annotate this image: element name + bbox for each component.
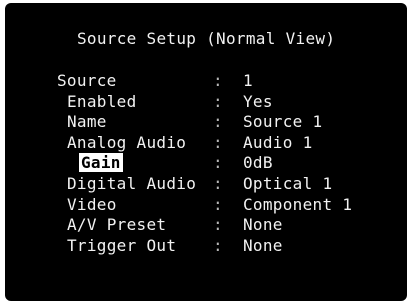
menu-row-source[interactable]: Source : 1 xyxy=(57,71,387,92)
menu-row-value: 0dB xyxy=(243,153,273,173)
menu-row-separator: : xyxy=(213,112,223,132)
screen-title: Source Setup (Normal View) xyxy=(77,29,336,48)
menu-row-value: 1 xyxy=(243,71,253,90)
menu-row-separator: : xyxy=(213,71,223,90)
menu-row-separator: : xyxy=(213,132,223,152)
menu-row-label: Gain xyxy=(57,153,211,174)
menu-row-analog-audio[interactable]: Analog Audio : Audio 1 xyxy=(57,133,387,154)
menu-row-gain[interactable]: Gain : 0dB xyxy=(57,153,387,174)
menu-row-name[interactable]: Name : Source 1 xyxy=(57,112,387,133)
menu-row-trigger-out[interactable]: Trigger Out : None xyxy=(57,236,387,257)
menu-row-av-preset[interactable]: A/V Preset : None xyxy=(57,215,387,236)
menu-row-value: Optical 1 xyxy=(243,173,333,193)
menu-row-value: None xyxy=(243,215,283,235)
menu-row-separator: : xyxy=(213,215,223,235)
menu-row-label: Source xyxy=(57,71,117,90)
menu-row-label: A/V Preset xyxy=(67,215,167,235)
menu-row-value: Yes xyxy=(243,91,273,111)
menu-row-label: Enabled xyxy=(67,91,137,111)
menu-row-video[interactable]: Video : Component 1 xyxy=(57,195,387,216)
menu-row-label: Analog Audio xyxy=(67,132,187,152)
menu-row-label: Trigger Out xyxy=(67,235,177,255)
menu-row-separator: : xyxy=(213,173,223,193)
menu-row-separator: : xyxy=(213,235,223,255)
selection-highlight: Gain xyxy=(79,153,123,173)
menu-row-label: Digital Audio xyxy=(67,173,197,193)
menu-row-enabled[interactable]: Enabled : Yes xyxy=(57,92,387,113)
osd-screen: Source Setup (Normal View) Source : 1 En… xyxy=(5,3,407,301)
menu-row-digital-audio[interactable]: Digital Audio : Optical 1 xyxy=(57,174,387,195)
menu-row-value: Source 1 xyxy=(243,112,323,132)
menu-row-value: Component 1 xyxy=(243,194,353,214)
menu-row-value: Audio 1 xyxy=(243,132,313,152)
source-setup-menu: Source : 1 Enabled : Yes Name : Source 1… xyxy=(57,71,387,256)
menu-row-value: None xyxy=(243,235,283,255)
menu-row-separator: : xyxy=(213,153,223,173)
menu-row-separator: : xyxy=(213,194,223,214)
menu-row-separator: : xyxy=(213,91,223,111)
menu-row-label: Video xyxy=(67,194,117,214)
menu-row-label: Name xyxy=(67,112,107,132)
